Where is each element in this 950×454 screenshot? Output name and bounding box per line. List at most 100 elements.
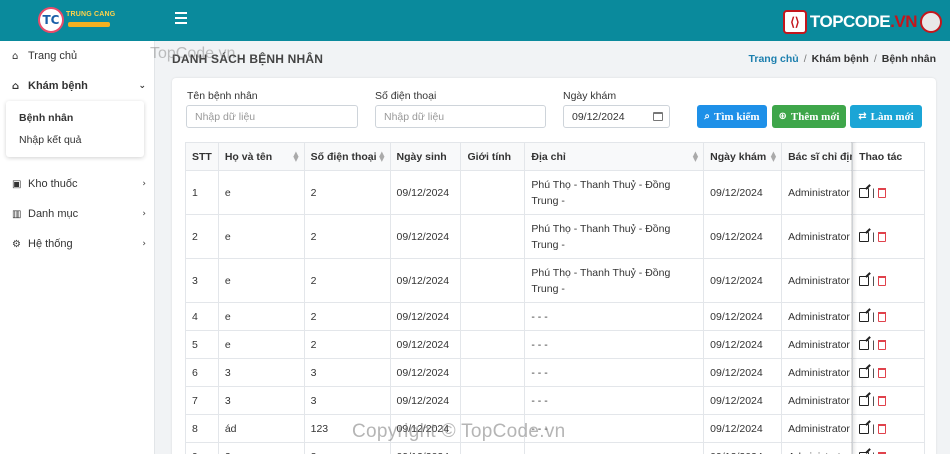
cell-address: - - - — [524, 442, 705, 454]
col-header-dob[interactable]: Ngày sinh — [389, 142, 462, 171]
sort-icon: ▲ ▼ — [379, 150, 385, 163]
cell-address: Phú Thọ - Thanh Thuỷ - Đồng Trung - — [524, 214, 705, 259]
home-icon: ⌂ — [12, 50, 19, 62]
search-button[interactable]: ⌕ Tìm kiếm — [697, 105, 767, 128]
cell-name: e — [217, 302, 305, 331]
calendar-icon[interactable] — [653, 112, 663, 121]
search-icon: ⌕ — [704, 111, 711, 122]
chevron-right-icon: › — [142, 209, 146, 219]
edit-icon[interactable] — [859, 339, 870, 350]
edit-icon[interactable] — [859, 311, 870, 322]
trash-icon[interactable] — [877, 275, 886, 286]
submenu-item-benh-nhan[interactable]: Bệnh nhân — [19, 112, 73, 124]
action-separator: | — [872, 422, 875, 435]
cell-stt: 8 — [185, 414, 219, 443]
trash-icon[interactable] — [877, 231, 886, 242]
cell-doctor: Administrator — [781, 330, 854, 359]
col-header-gender[interactable]: Giới tính — [460, 142, 526, 171]
trash-icon[interactable] — [877, 367, 886, 378]
watermark-copyright: Copyright © TopCode.vn — [352, 421, 566, 442]
cell-dob: 09/12/2024 — [389, 330, 462, 359]
col-header-stt[interactable]: STT — [185, 142, 219, 171]
patient-table: STT Họ và tên ▲ ▼ Số điện thoại ▲ ▼ Ngày sin… — [185, 142, 925, 454]
cell-dob: 09/12/2024 — [389, 358, 462, 387]
watermark-top: TopCode.vn — [150, 45, 236, 62]
cell-stt: 9 — [185, 442, 219, 454]
trash-icon[interactable] — [877, 311, 886, 322]
cell-stt: 1 — [185, 170, 219, 215]
cell-gender — [460, 358, 526, 387]
edit-icon[interactable] — [859, 395, 870, 406]
submenu-kham-benh: Bệnh nhân Nhập kết quả — [6, 101, 144, 157]
sidebar-item-kham-benh[interactable]: ⌂ Khám bệnh ⌄ — [0, 73, 155, 99]
cell-dob: 09/12/2024 — [389, 442, 462, 454]
col-header-address[interactable]: Địa chỉ ▲ ▼ — [524, 142, 705, 171]
cell-dob: 09/12/2024 — [389, 170, 462, 215]
table-row: 2 e 2 09/12/2024 Phú Thọ - Thanh Thuỷ - Đồng… — [185, 214, 925, 259]
col-header-exam-date[interactable]: Ngày khám ▲ ▼ — [703, 142, 783, 171]
table-row: 4 e 2 09/12/2024- - -09/12/2024 Administrato… — [185, 302, 925, 331]
trash-icon[interactable] — [877, 339, 886, 350]
submenu-item-nhap-ket-qua[interactable]: Nhập kết quả — [19, 134, 81, 146]
col-header-phone[interactable]: Số điện thoại ▲ ▼ — [303, 142, 391, 171]
sort-icon: ▲ ▼ — [692, 150, 699, 163]
trash-icon[interactable] — [877, 423, 886, 434]
sidebar-item-label: Trang chủ — [28, 50, 78, 62]
breadcrumb-current: Bệnh nhân — [881, 53, 936, 65]
topcode-brand: ⟨⟩ TOPCODE.VN — [782, 8, 942, 36]
action-separator: | — [872, 186, 875, 199]
action-separator: | — [872, 310, 875, 323]
refresh-button[interactable]: ⇄ Làm mới — [850, 105, 922, 128]
col-header-name[interactable]: Họ và tên ▲ ▼ — [217, 142, 305, 171]
add-new-button[interactable]: ⊕ Thêm mới — [772, 105, 846, 128]
patient-list-card: Tên bệnh nhân Số điện thoại Ngày khám ⌕T… — [172, 78, 936, 454]
sidebar-item-label: Hệ thống — [28, 238, 73, 250]
cell-dob: 09/12/2024 — [389, 214, 462, 259]
medicine-icon: ▣ — [12, 178, 22, 190]
sidebar-item-kho-thuoc[interactable]: ▣ Kho thuốc › — [0, 171, 155, 197]
breadcrumb-home-link[interactable]: Trang chủ — [749, 53, 799, 65]
cell-name: ád — [217, 414, 305, 443]
cell-dob: 09/12/2024 — [389, 386, 462, 415]
edit-icon[interactable] — [859, 187, 870, 198]
cell-stt: 4 — [185, 302, 219, 331]
cell-actions: | — [852, 214, 925, 259]
gear-icon: ⚙ — [12, 238, 21, 250]
cell-exam-date: 09/12/2024 — [703, 302, 783, 331]
cell-exam-date: 09/12/2024 — [703, 214, 783, 259]
logo-tagline-bar — [68, 22, 110, 27]
chevron-right-icon: › — [142, 179, 146, 189]
cell-phone: 2 — [303, 330, 391, 359]
patient-name-input[interactable] — [186, 105, 358, 128]
logo-text: TRUNG CANG — [66, 11, 116, 18]
trash-icon[interactable] — [877, 187, 886, 198]
sidebar-item-label: Khám bệnh — [28, 80, 88, 92]
cell-gender — [460, 302, 526, 331]
app-logo[interactable]: TC TRUNG CANG — [38, 5, 118, 35]
menu-toggle-icon[interactable] — [175, 12, 187, 24]
cell-gender — [460, 330, 526, 359]
cell-phone: 2 — [303, 214, 391, 259]
sidebar-item-home[interactable]: ⌂ Trang chủ — [0, 43, 155, 69]
edit-icon[interactable] — [859, 423, 870, 434]
phone-input[interactable] — [375, 105, 546, 128]
cell-gender — [460, 386, 526, 415]
edit-icon[interactable] — [859, 275, 870, 286]
col-header-doctor[interactable]: Bác sĩ chỉ định — [781, 142, 854, 171]
name-filter-label: Tên bệnh nhân — [187, 90, 258, 102]
table-row: 6 3 3 09/12/2024- - -09/12/2024 Administrato… — [185, 358, 925, 387]
cell-doctor: Administrator — [781, 442, 854, 454]
cell-exam-date: 09/12/2024 — [703, 414, 783, 443]
action-separator: | — [872, 274, 875, 287]
col-header-actions: Thao tác — [852, 142, 925, 171]
top-navbar: TC TRUNG CANG ⟨⟩ TOPCODE.VN — [0, 0, 950, 41]
trash-icon[interactable] — [877, 395, 886, 406]
sidebar-item-he-thong[interactable]: ⚙ Hệ thống › — [0, 231, 155, 257]
edit-icon[interactable] — [859, 367, 870, 378]
breadcrumb-separator: / — [803, 53, 807, 65]
sidebar-item-danh-muc[interactable]: ▥ Danh mục › — [0, 201, 155, 227]
brand-ball-icon — [920, 11, 942, 33]
edit-icon[interactable] — [859, 231, 870, 242]
table-row: 5 e 2 09/12/2024- - -09/12/2024 Administrato… — [185, 330, 925, 359]
cell-address: - - - — [524, 386, 705, 415]
